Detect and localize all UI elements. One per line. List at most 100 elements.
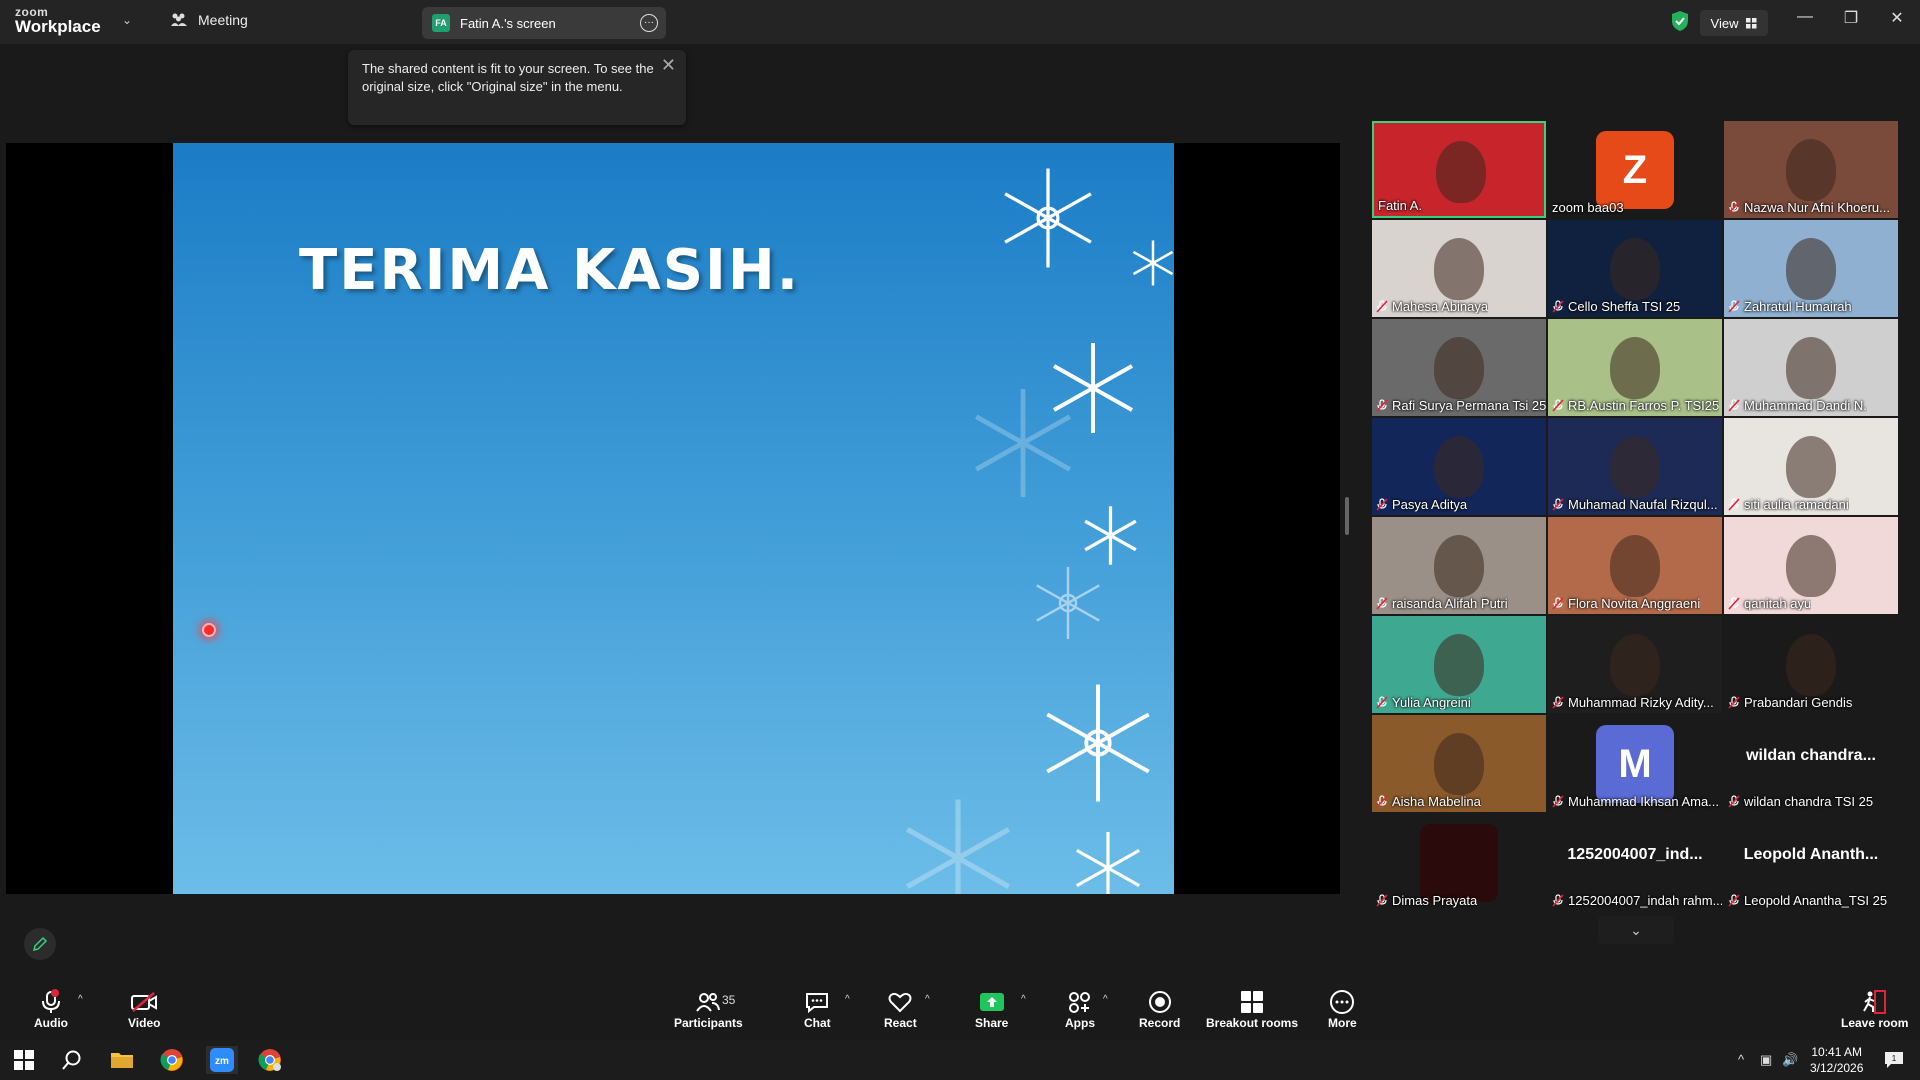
muted-mic-icon bbox=[1552, 795, 1564, 808]
participant-tile[interactable]: 1252004007_ind... 1252004007_indah rahm..… bbox=[1548, 814, 1722, 911]
chrome-profile-icon[interactable] bbox=[256, 1046, 284, 1074]
participant-tile[interactable]: Yulia Angreini bbox=[1372, 616, 1546, 713]
system-clock[interactable]: 10:41 AM 3/12/2026 bbox=[1810, 1044, 1863, 1076]
participant-tile[interactable]: Pasya Aditya bbox=[1372, 418, 1546, 515]
muted-mic-icon bbox=[1376, 894, 1388, 907]
participant-video bbox=[1610, 337, 1660, 399]
meeting-tab[interactable]: Meeting bbox=[170, 12, 248, 28]
logo-bottom: Workplace bbox=[15, 17, 101, 36]
participant-name: zoom baa03 bbox=[1552, 200, 1624, 215]
annotate-pencil-icon[interactable] bbox=[24, 928, 56, 960]
participant-tile[interactable]: wildan chandra... wildan chandra TSI 25 bbox=[1724, 715, 1898, 812]
participant-name-text: Prabandari Gendis bbox=[1744, 695, 1853, 710]
snowflake-icon bbox=[1046, 684, 1150, 802]
participant-name-text: raisanda Alifah Putri bbox=[1392, 596, 1508, 611]
participant-tile[interactable]: M Muhammad Ikhsan Ama... bbox=[1548, 715, 1722, 812]
participant-tile[interactable]: Zahratul Humairah bbox=[1724, 220, 1898, 317]
participant-tile[interactable]: Flora Novita Anggraeni bbox=[1548, 517, 1722, 614]
chat-caret-icon[interactable]: ^ bbox=[845, 994, 850, 1005]
participant-name-text: RB.Austin Farros P. TSI25 bbox=[1568, 398, 1720, 413]
restore-icon[interactable]: ❐ bbox=[1836, 8, 1866, 28]
participant-name: Zahratul Humairah bbox=[1728, 299, 1852, 314]
muted-mic-icon bbox=[1728, 696, 1740, 709]
video-button[interactable]: Video bbox=[128, 988, 160, 1030]
record-button[interactable]: Record bbox=[1139, 988, 1180, 1030]
participants-label: Participants bbox=[674, 1016, 743, 1030]
audio-caret-icon[interactable]: ^ bbox=[78, 994, 83, 1005]
participant-tile[interactable]: Mahesa Abinaya bbox=[1372, 220, 1546, 317]
grid-icon bbox=[1746, 17, 1757, 28]
chat-button[interactable]: Chat bbox=[804, 988, 831, 1030]
annotation-pointer bbox=[202, 623, 216, 637]
participant-video bbox=[1786, 238, 1836, 300]
participant-tile[interactable]: Muhammad Rizky Adity... bbox=[1548, 616, 1722, 713]
react-button[interactable]: React bbox=[884, 988, 917, 1030]
participant-name: Cello Sheffa TSI 25 bbox=[1552, 299, 1680, 314]
participant-name-text: Fatin A. bbox=[1378, 198, 1423, 213]
security-shield-icon[interactable] bbox=[1670, 10, 1690, 32]
participant-tile[interactable]: Leopold Ananth... Leopold Anantha_TSI 25 bbox=[1724, 814, 1898, 911]
participant-tile[interactable]: Zzoom baa03 bbox=[1548, 121, 1722, 218]
audio-label: Audio bbox=[34, 1016, 68, 1030]
muted-mic-icon bbox=[1728, 201, 1740, 214]
muted-mic-icon bbox=[1728, 795, 1740, 808]
close-icon[interactable]: ✕ bbox=[661, 56, 676, 74]
notifications-icon[interactable]: 1 bbox=[1880, 1046, 1908, 1074]
participant-tile[interactable]: Nazwa Nur Afni Khoeru... bbox=[1724, 121, 1898, 218]
close-icon[interactable]: ✕ bbox=[1882, 8, 1912, 28]
chevron-down-icon[interactable]: ⌄ bbox=[122, 13, 132, 27]
title-bar: zoom Workplace ⌄ Meeting FA Fatin A.'s s… bbox=[0, 0, 1920, 44]
file-explorer-icon[interactable] bbox=[108, 1046, 136, 1074]
chat-label: Chat bbox=[804, 1016, 831, 1030]
chevron-down-icon[interactable]: ⌄ bbox=[1598, 916, 1674, 944]
participant-avatar bbox=[1420, 824, 1498, 902]
participant-name: Flora Novita Anggraeni bbox=[1552, 596, 1700, 611]
participant-tile[interactable]: Muhamad Naufal Rizqul... bbox=[1548, 418, 1722, 515]
participant-tile[interactable]: Prabandari Gendis bbox=[1724, 616, 1898, 713]
participant-video bbox=[1786, 139, 1836, 201]
participant-tile[interactable]: Fatin A. bbox=[1372, 121, 1546, 218]
resize-handle[interactable] bbox=[1345, 497, 1349, 535]
react-caret-icon[interactable]: ^ bbox=[925, 994, 930, 1005]
apps-caret-icon[interactable]: ^ bbox=[1103, 994, 1108, 1005]
minimize-icon[interactable]: — bbox=[1790, 8, 1820, 26]
participant-video bbox=[1436, 141, 1486, 203]
participant-name-text: zoom baa03 bbox=[1552, 200, 1624, 215]
participant-tile[interactable]: Rafi Surya Permana Tsi 25 bbox=[1372, 319, 1546, 416]
tray-overflow-icon[interactable]: ^ bbox=[1738, 1052, 1744, 1067]
network-icon[interactable]: ▣ bbox=[1760, 1052, 1772, 1068]
participant-video bbox=[1610, 634, 1660, 696]
participant-video bbox=[1434, 634, 1484, 696]
leave-room-button[interactable]: Leave room bbox=[1841, 988, 1908, 1030]
search-icon[interactable] bbox=[58, 1046, 86, 1074]
more-options-icon[interactable]: ··· bbox=[640, 14, 658, 32]
chrome-icon[interactable] bbox=[158, 1046, 186, 1074]
participant-tile[interactable]: Muhammad Dandi N. bbox=[1724, 319, 1898, 416]
breakout-rooms-button[interactable]: Breakout rooms bbox=[1206, 988, 1298, 1030]
screen-tab[interactable]: FA Fatin A.'s screen ··· bbox=[422, 7, 666, 39]
apps-button[interactable]: Apps bbox=[1065, 988, 1095, 1030]
participant-tile[interactable]: RB.Austin Farros P. TSI25 bbox=[1548, 319, 1722, 416]
participant-video bbox=[1434, 238, 1484, 300]
windows-start-icon[interactable] bbox=[10, 1046, 38, 1074]
more-button[interactable]: More bbox=[1328, 988, 1357, 1030]
volume-icon[interactable]: 🔊 bbox=[1782, 1052, 1798, 1068]
participant-name: Mahesa Abinaya bbox=[1376, 299, 1488, 314]
share-button[interactable]: Share bbox=[975, 988, 1008, 1030]
leave-icon bbox=[1862, 990, 1886, 1014]
participant-name: qanitah ayu bbox=[1728, 596, 1811, 611]
participant-tile[interactable]: Aisha Mabelina bbox=[1372, 715, 1546, 812]
participant-tile[interactable]: qanitah ayu bbox=[1724, 517, 1898, 614]
slide-title: TERIMA KASIH. bbox=[299, 238, 801, 303]
participant-tile[interactable]: raisanda Alifah Putri bbox=[1372, 517, 1546, 614]
zoom-app-icon[interactable]: zm bbox=[206, 1046, 238, 1074]
participant-tile[interactable]: siti aulia ramadani bbox=[1724, 418, 1898, 515]
video-off-icon bbox=[131, 992, 158, 1012]
participant-tile[interactable]: Dimas Prayata bbox=[1372, 814, 1546, 911]
share-caret-icon[interactable]: ^ bbox=[1021, 994, 1026, 1005]
audio-button[interactable]: Audio bbox=[34, 988, 68, 1030]
muted-mic-icon bbox=[1552, 894, 1564, 907]
view-button[interactable]: View bbox=[1700, 10, 1768, 36]
participant-name: Muhammad Rizky Adity... bbox=[1552, 695, 1714, 710]
participant-tile[interactable]: Cello Sheffa TSI 25 bbox=[1548, 220, 1722, 317]
